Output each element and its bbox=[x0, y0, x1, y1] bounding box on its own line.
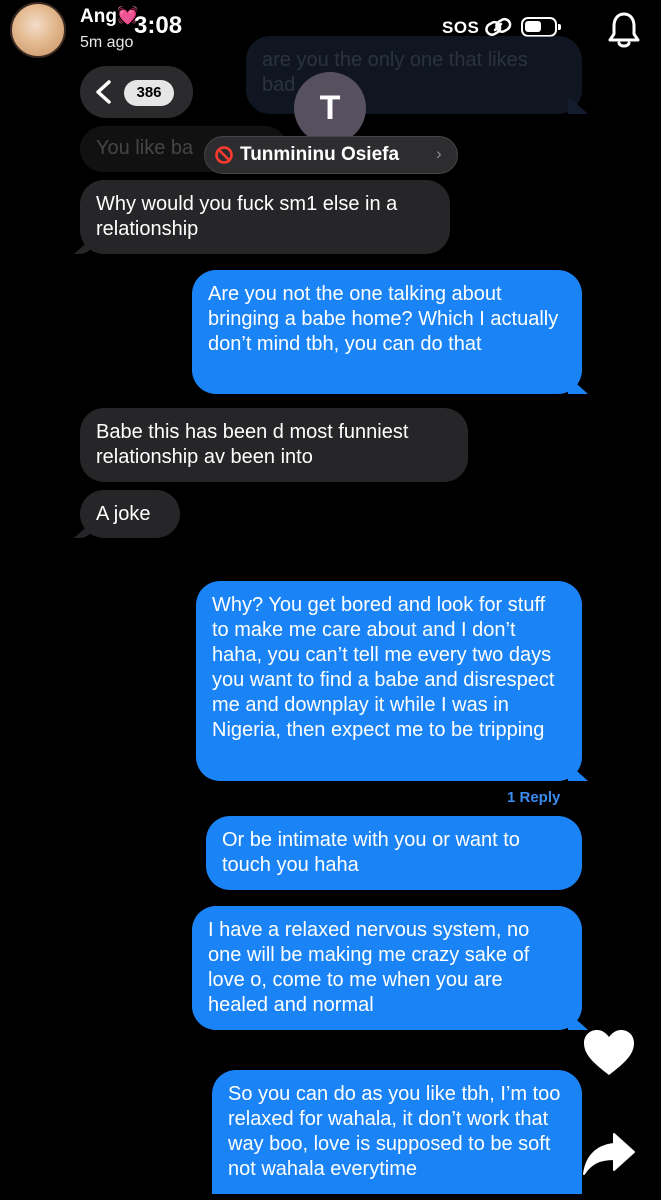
link-icon bbox=[485, 17, 512, 36]
no-entry-icon bbox=[215, 146, 233, 164]
message-bubble-sent[interactable]: Are you not the one talking about bringi… bbox=[192, 270, 582, 394]
message-text: Or be intimate with you or want to touch… bbox=[222, 829, 520, 876]
story-username[interactable]: Ang bbox=[80, 6, 117, 28]
contact-name[interactable]: Tunmininu Osiefa bbox=[240, 144, 399, 166]
message-bubble-sent[interactable]: So you can do as you like tbh, I’m too r… bbox=[212, 1070, 582, 1194]
story-avatar[interactable] bbox=[10, 2, 66, 58]
chevron-left-icon bbox=[96, 80, 111, 104]
message-text: Why? You get bored and look for stuff to… bbox=[212, 594, 555, 741]
message-text: Babe this has been d most funniest relat… bbox=[96, 421, 409, 468]
bell-icon[interactable] bbox=[606, 10, 642, 50]
heart-icon[interactable] bbox=[582, 1028, 636, 1078]
message-bubble-sent[interactable]: I have a relaxed nervous system, no one … bbox=[192, 906, 582, 1030]
message-bubble-sent[interactable]: Or be intimate with you or want to touch… bbox=[206, 816, 582, 890]
share-arrow-icon[interactable] bbox=[582, 1132, 636, 1178]
reply-count-link[interactable]: 1 Reply bbox=[507, 789, 560, 806]
message-bubble-received[interactable]: Why would you fuck sm1 else in a relatio… bbox=[80, 180, 450, 254]
contact-avatar[interactable]: T bbox=[294, 72, 366, 144]
chevron-right-icon: › bbox=[436, 144, 442, 163]
battery-icon bbox=[521, 17, 561, 37]
unread-count-badge: 386 bbox=[124, 80, 174, 106]
story-posted-ago: 5m ago bbox=[80, 34, 134, 51]
message-bubble-received[interactable]: A joke bbox=[80, 490, 180, 538]
message-text: Why would you fuck sm1 else in a relatio… bbox=[96, 193, 398, 240]
sos-indicator: SOS bbox=[442, 18, 480, 37]
message-text: You like ba bbox=[96, 137, 194, 159]
message-text: I have a relaxed nervous system, no one … bbox=[208, 919, 530, 1016]
message-text: Are you not the one talking about bringi… bbox=[208, 283, 559, 355]
status-time: 3:08 bbox=[134, 12, 183, 39]
message-text: So you can do as you like tbh, I’m too r… bbox=[228, 1083, 561, 1180]
message-bubble-sent[interactable]: Why? You get bored and look for stuff to… bbox=[196, 581, 582, 781]
message-text: A joke bbox=[96, 503, 151, 525]
message-bubble-received[interactable]: Babe this has been d most funniest relat… bbox=[80, 408, 468, 482]
